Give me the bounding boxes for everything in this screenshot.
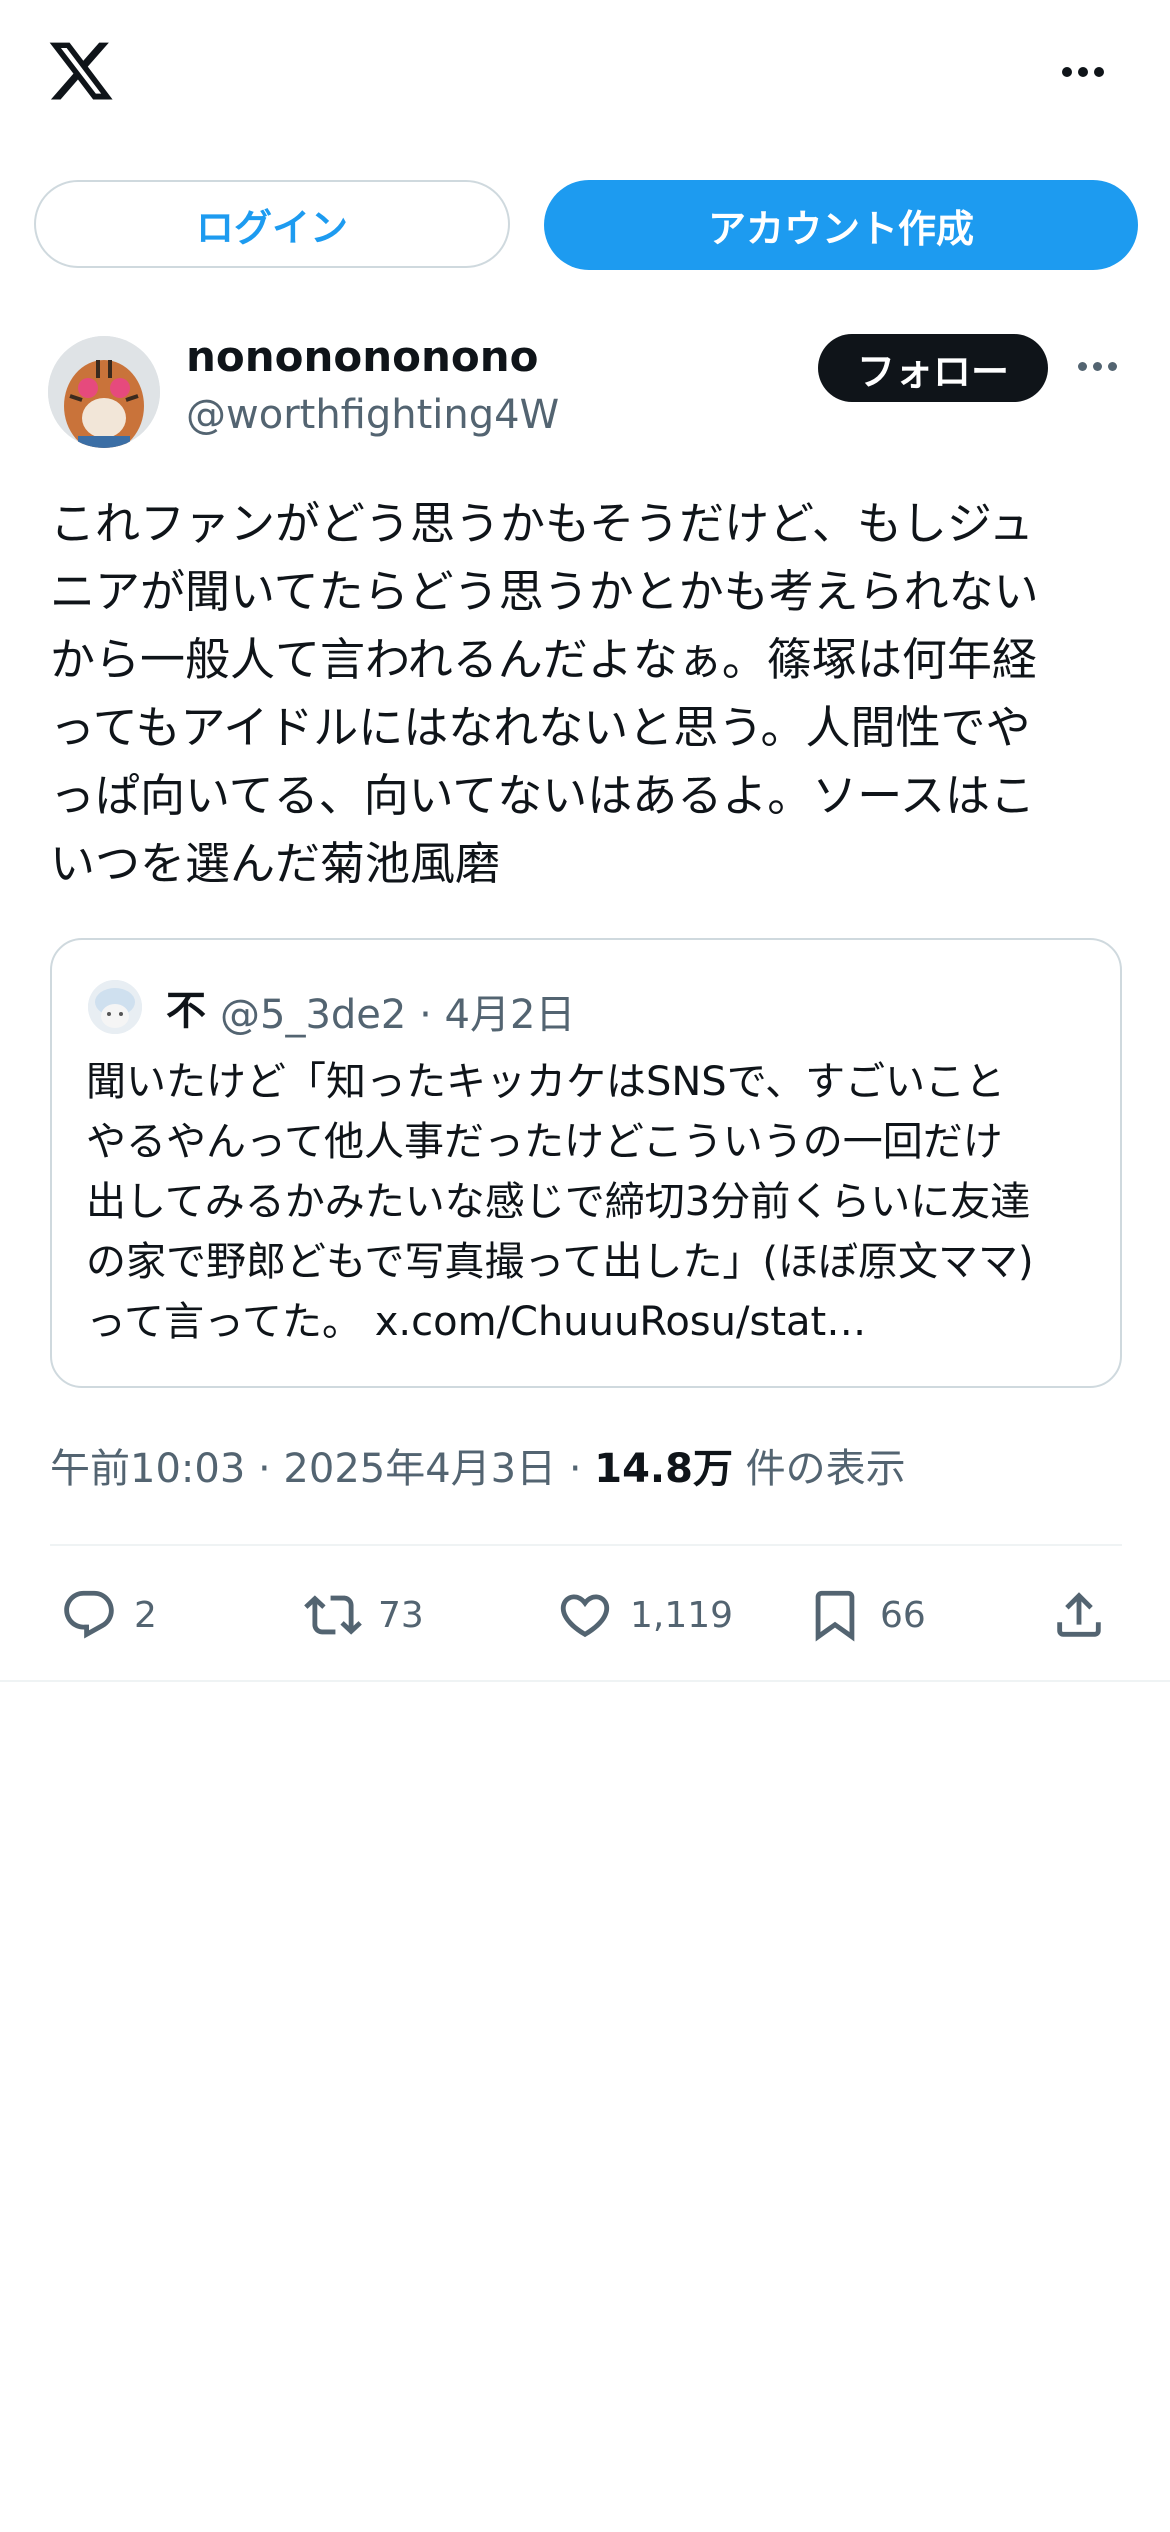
avatar[interactable] [48, 336, 160, 448]
quoted-display-name: 不 [166, 988, 206, 1034]
like-count: 1,119 [630, 1594, 734, 1636]
divider [50, 1544, 1122, 1546]
more-options-icon[interactable] [1062, 62, 1112, 82]
like-button[interactable]: 1,119 [556, 1580, 733, 1650]
views-label: 件の表示 [732, 1446, 906, 1492]
tweet-text: これファンがどう思うかもそうだけど、もしジュ ニアが聞いてたらどう思うかとかも考… [50, 497, 1039, 890]
follow-button[interactable]: フォロー [818, 334, 1048, 402]
share-icon [1057, 1592, 1101, 1637]
bookmark-button[interactable]: 66 [806, 1580, 926, 1650]
create-account-button[interactable]: アカウント作成 [544, 180, 1138, 270]
quoted-tweet-text: 聞いたけど「知ったキッカケはSNSで、すごいこと やるやんって他人事だったけどこ… [86, 1059, 1034, 1345]
quoted-user-avatar [88, 980, 142, 1034]
retweet-button[interactable]: 73 [304, 1580, 424, 1650]
reply-count: 2 [134, 1594, 157, 1636]
tweet-meta: 午前10:03 · 2025年4月3日 · 14.8万 件の表示 [50, 1436, 906, 1494]
reply-icon [64, 1590, 114, 1639]
divider [0, 1680, 1170, 1682]
retweet-icon [304, 1595, 362, 1635]
heart-icon [560, 1594, 610, 1638]
view-count: 14.8万 [594, 1446, 733, 1492]
x-logo-icon[interactable] [46, 36, 116, 106]
share-button[interactable] [1050, 1580, 1108, 1650]
display-name[interactable]: nononononono [186, 332, 539, 381]
reply-button[interactable]: 2 [60, 1580, 157, 1650]
tweet-more-icon[interactable] [1078, 362, 1117, 371]
login-button[interactable]: ログイン [34, 180, 510, 268]
user-handle[interactable]: @worthfighting4W [186, 392, 559, 438]
retweet-count: 73 [378, 1594, 424, 1636]
timestamp[interactable]: 午前10:03 · 2025年4月3日 · [50, 1446, 594, 1492]
bookmark-count: 66 [880, 1594, 926, 1636]
bookmark-icon [815, 1590, 855, 1642]
quoted-handle-date: @5_3de2 · 4月2日 [220, 992, 576, 1038]
